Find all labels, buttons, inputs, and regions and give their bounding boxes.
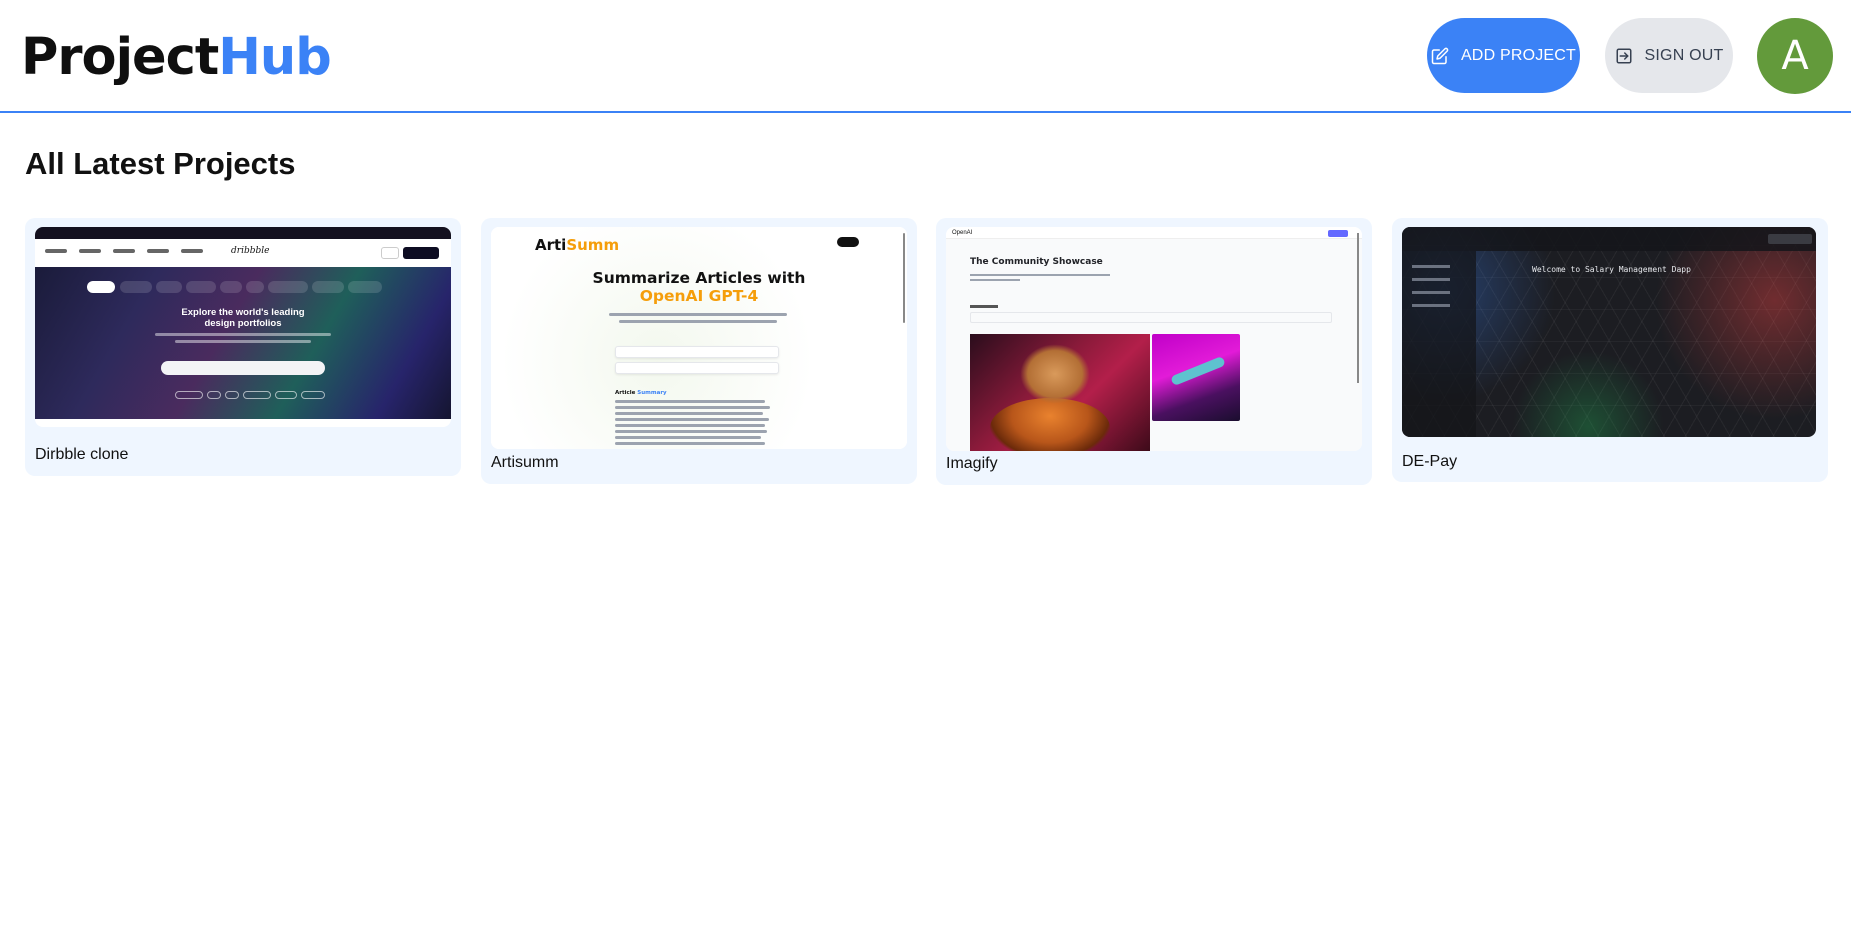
project-card[interactable]: Welcome to Salary Management Dapp DE-Pay — [1392, 218, 1828, 482]
sign-out-button[interactable]: SIGN OUT — [1605, 18, 1733, 93]
thumb-brand-logo: OpenAI — [952, 230, 973, 236]
logout-icon — [1616, 48, 1632, 63]
thumb-image-plane — [1152, 334, 1240, 421]
thumb-connect-wallet-button — [1768, 234, 1812, 244]
project-thumbnail-imagify[interactable]: OpenAI The Community Showcase — [946, 227, 1362, 451]
project-title[interactable]: DE-Pay — [1402, 453, 1457, 471]
project-thumbnail-depay[interactable]: Welcome to Salary Management Dapp — [1402, 227, 1816, 437]
project-thumbnail-artisumm[interactable]: ArtiSumm Summarize Articles with OpenAI … — [491, 227, 907, 449]
thumb-search-input — [970, 312, 1332, 323]
thumb-search-bar — [161, 361, 325, 375]
thumb-sidebar — [1402, 251, 1476, 437]
thumb-hero-heading: Summarize Articles with OpenAI GPT-4 — [592, 269, 806, 305]
logo-text-project: Project — [21, 28, 219, 87]
project-title[interactable]: Artisumm — [491, 454, 559, 472]
app-logo[interactable]: ProjectHub — [21, 28, 332, 88]
edit-icon — [1431, 47, 1449, 64]
logo-text-hub: Hub — [218, 28, 331, 87]
project-card[interactable]: ArtiSumm Summarize Articles with OpenAI … — [481, 218, 917, 484]
user-avatar[interactable]: A — [1757, 18, 1833, 94]
thumb-result-link — [615, 362, 779, 374]
add-project-button[interactable]: ADD PROJECT — [1427, 18, 1580, 93]
thumb-hero-heading: The Community Showcase — [970, 257, 1103, 267]
thumb-create-button — [1328, 230, 1348, 237]
project-title[interactable]: Imagify — [946, 455, 998, 473]
thumb-brand-logo: dribbble — [231, 246, 270, 256]
thumb-hero-heading: Explore the world's leading design portf… — [181, 307, 305, 329]
sign-out-label: SIGN OUT — [1644, 46, 1724, 64]
thumb-navbar: dribbble — [35, 239, 451, 267]
project-card[interactable]: OpenAI The Community Showcase Imagify — [936, 218, 1372, 485]
thumb-github-button — [837, 237, 859, 247]
thumb-hero-heading: Welcome to Salary Management Dapp — [1532, 265, 1691, 274]
app-header: ProjectHub ADD PROJECT SIGN OUT A — [0, 0, 1851, 113]
thumb-announcement-bar — [35, 227, 451, 239]
project-thumbnail-dribbble[interactable]: dribbble Explore the world's leading des… — [35, 227, 451, 427]
thumb-url-input — [615, 346, 779, 358]
project-title[interactable]: Dirbble clone — [35, 446, 128, 464]
section-title: All Latest Projects — [25, 146, 296, 181]
thumb-navbar — [1402, 227, 1816, 251]
project-card[interactable]: dribbble Explore the world's leading des… — [25, 218, 461, 476]
thumb-brand-logo: ArtiSumm — [535, 236, 620, 254]
thumb-navbar: OpenAI — [946, 227, 1362, 239]
add-project-label: ADD PROJECT — [1460, 46, 1577, 64]
thumb-image-dog — [970, 334, 1150, 451]
thumb-hero: Explore the world's leading design portf… — [35, 267, 451, 419]
thumb-section-title: Article Summary — [615, 390, 667, 396]
